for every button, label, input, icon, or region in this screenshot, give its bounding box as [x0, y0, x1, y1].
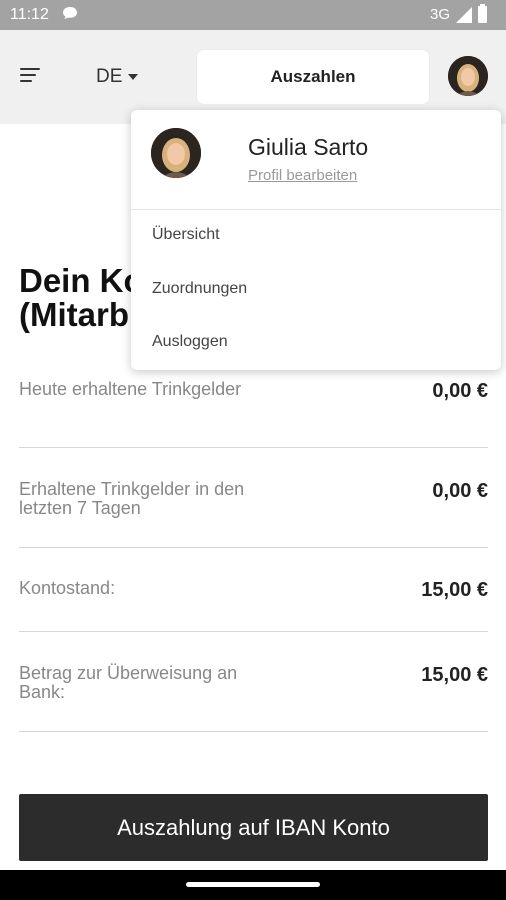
summary-row-transfer-amount: Betrag zur Überweisung an Bank: 15,00 € — [19, 662, 488, 732]
avatar-image — [448, 56, 488, 96]
row-label: Erhaltene Trinkgelder in den letzten 7 T… — [19, 479, 245, 518]
title-line-1: Dein Ko — [19, 262, 144, 299]
user-avatar[interactable] — [448, 56, 488, 96]
menu-item-logout[interactable]: Ausloggen — [152, 333, 228, 351]
status-time: 11:12 — [10, 6, 49, 23]
dropdown-divider — [131, 209, 501, 210]
signal-icon — [456, 7, 472, 23]
dropdown-user-name: Giulia Sarto — [248, 134, 369, 160]
page-title: Dein Ko (Mitarb — [19, 264, 144, 332]
language-label: DE — [96, 66, 123, 87]
summary-row-balance: Kontostand: 15,00 € — [19, 577, 488, 632]
payout-button[interactable]: Auszahlen — [196, 49, 430, 105]
title-line-2: (Mitarb — [19, 296, 129, 333]
dropdown-avatar — [151, 128, 201, 178]
avatar-image — [151, 128, 201, 178]
iban-payout-button[interactable]: Auszahlung auf IBAN Konto — [19, 794, 488, 861]
summary-row-today: Heute erhaltene Trinkgelder 0,00 € — [19, 378, 488, 448]
profile-dropdown: Giulia Sarto Profil bearbeiten Übersicht… — [131, 110, 501, 370]
menu-icon[interactable] — [20, 68, 42, 84]
status-bar: 11:12 3G — [0, 0, 506, 30]
row-value: 0,00 € — [432, 480, 488, 502]
chat-bubble-icon — [63, 7, 77, 19]
menu-item-assignments[interactable]: Zuordnungen — [152, 280, 247, 298]
summary-row-last-7-days: Erhaltene Trinkgelder in den letzten 7 T… — [19, 478, 488, 548]
row-label: Heute erhaltene Trinkgelder — [19, 379, 242, 399]
system-navigation-bar — [0, 870, 506, 900]
battery-icon — [478, 4, 487, 23]
row-value: 15,00 € — [421, 579, 488, 601]
network-type: 3G — [429, 6, 450, 23]
row-label: Kontostand: — [19, 578, 116, 598]
menu-item-overview[interactable]: Übersicht — [152, 226, 220, 244]
home-handle[interactable] — [186, 882, 320, 887]
row-value: 0,00 € — [432, 380, 488, 402]
row-label: Betrag zur Überweisung an Bank: — [19, 663, 238, 702]
language-selector[interactable]: DE — [96, 66, 139, 88]
row-value: 15,00 € — [421, 664, 488, 686]
caret-down-icon — [128, 73, 139, 80]
edit-profile-link[interactable]: Profil bearbeiten — [248, 167, 357, 184]
